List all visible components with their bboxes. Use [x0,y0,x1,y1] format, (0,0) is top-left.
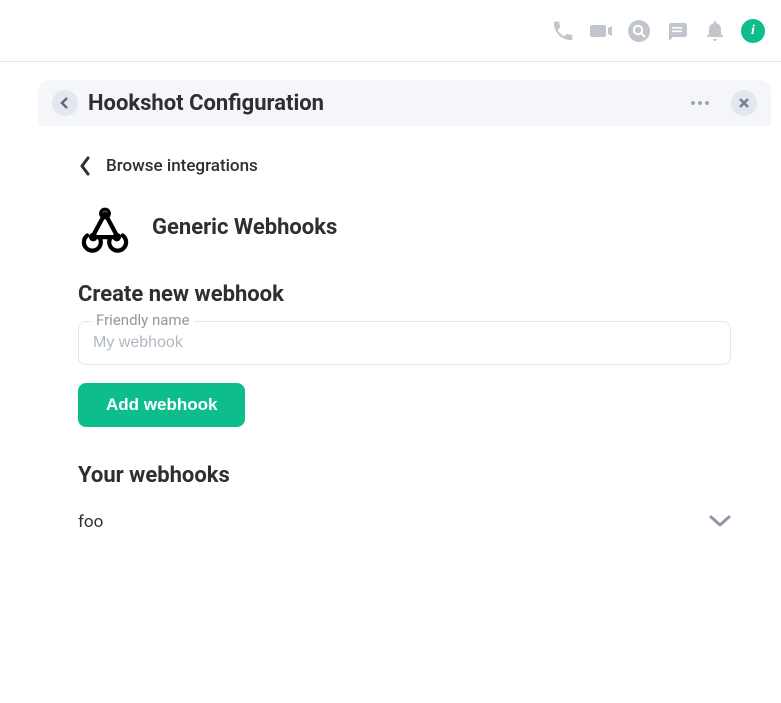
info-glyph: i [751,23,755,39]
integration-name: Generic Webhooks [152,215,337,240]
panel-body: Browse integrations Generic Webhooks Cre… [38,126,771,562]
top-bar: i [0,0,781,62]
browse-label: Browse integrations [106,156,258,176]
phone-icon[interactable] [551,19,575,43]
add-webhook-button[interactable]: Add webhook [78,383,245,427]
panel-header: Hookshot Configuration [38,80,771,126]
panel-title: Hookshot Configuration [88,91,677,116]
your-webhooks-heading: Your webhooks [78,463,731,488]
integration-header: Generic Webhooks [78,200,731,254]
back-button[interactable] [52,90,78,116]
bell-icon[interactable] [703,19,727,43]
more-menu-button[interactable] [687,97,713,109]
browse-integrations-link[interactable]: Browse integrations [78,156,731,176]
friendly-name-label: Friendly name [92,311,194,329]
friendly-name-field: Friendly name [78,321,731,365]
webhook-row[interactable]: foo [78,502,731,542]
search-icon[interactable] [627,19,651,43]
create-heading: Create new webhook [78,282,731,307]
info-icon[interactable]: i [741,19,765,43]
video-icon[interactable] [589,19,613,43]
chevron-down-icon [709,513,731,532]
close-button[interactable] [731,90,757,116]
webhook-name: foo [78,512,103,532]
webhook-icon [78,200,132,254]
chevron-left-icon [78,156,92,176]
chat-icon[interactable] [665,19,689,43]
